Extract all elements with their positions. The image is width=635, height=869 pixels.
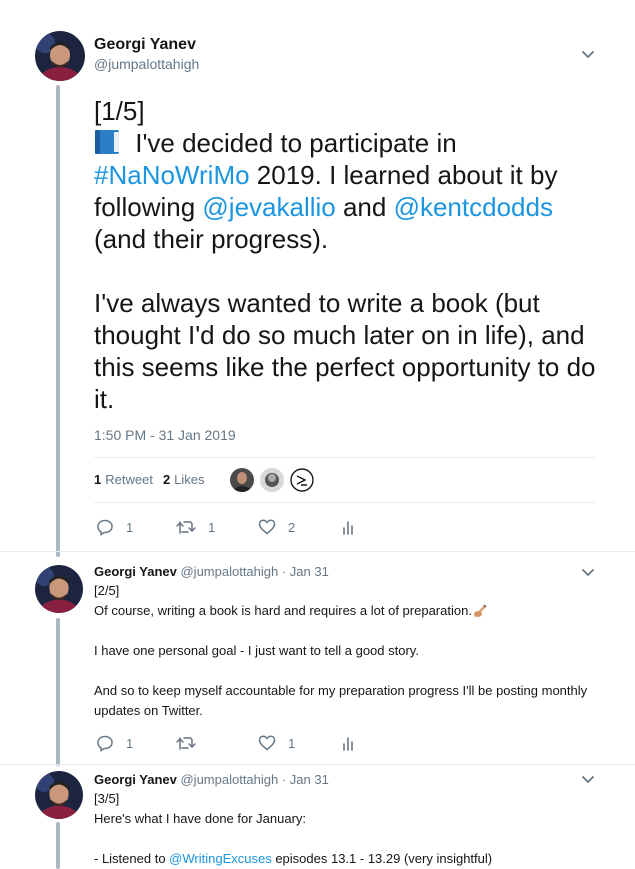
divider — [0, 764, 635, 765]
tweet-header: Georgi Yanev @jumpalottahigh — [94, 35, 199, 73]
thread-line-2 — [56, 618, 60, 766]
mention-link[interactable]: @kentcdodds — [394, 192, 553, 222]
likes-stat[interactable]: 2 Likes — [163, 472, 205, 487]
retweet-button[interactable] — [176, 734, 258, 752]
divider — [94, 457, 596, 458]
reply-text: Here's what I have done for January: — [94, 811, 307, 826]
thread-line-3 — [56, 822, 60, 869]
avatar[interactable] — [35, 31, 85, 81]
liker-avatar[interactable] — [230, 468, 254, 492]
book-emoji — [94, 129, 122, 155]
liker-avatar[interactable] — [260, 468, 284, 492]
reply-count: 1 — [126, 735, 134, 751]
writing-hand-emoji — [472, 602, 488, 618]
retweet-count: 1 — [208, 519, 216, 535]
author-name[interactable]: Georgi Yanev — [94, 772, 177, 787]
reply-icon — [97, 735, 113, 752]
liker-avatar[interactable] — [290, 468, 314, 492]
reply-header: Georgi Yanev @jumpalottahigh · Jan 31 — [94, 563, 594, 581]
tweet-line-counter: [1/5] — [94, 96, 145, 126]
avatar[interactable] — [35, 771, 83, 819]
like-count: 1 — [288, 735, 296, 751]
tweet-paragraph-2: I've always wanted to write a book (but … — [94, 288, 596, 414]
retweets-stat[interactable]: 1 Retweet — [94, 472, 153, 487]
tweet-timestamp[interactable]: 1:50 PM - 31 Jan 2019 — [94, 427, 236, 443]
author-name[interactable]: Georgi Yanev — [94, 35, 199, 55]
retweet-icon — [176, 521, 196, 534]
engagement-stats: 1 Retweet 2 Likes — [94, 472, 205, 487]
divider — [0, 551, 635, 552]
tweet-text-c: and — [335, 192, 394, 222]
reply-tweet[interactable]: Georgi Yanev @jumpalottahigh · Jan 31 [2… — [94, 563, 594, 721]
chevron-down-icon[interactable] — [580, 47, 596, 63]
tweet-text-d: (and their progress). — [94, 224, 329, 254]
heart-icon — [258, 519, 276, 535]
reply-header: Georgi Yanev @jumpalottahigh · Jan 31 — [94, 771, 594, 789]
analytics-icon — [343, 521, 353, 535]
mention-link[interactable]: @WritingExcuses — [169, 851, 272, 866]
reply-text: Of course, writing a book is hard and re… — [94, 603, 472, 618]
tweet-text: [1/5] I've decided to participate in #Na… — [94, 95, 609, 415]
retweet-button[interactable]: 1 — [176, 518, 258, 536]
reply-text: episodes 13.1 - 13.29 (very insightful) — [271, 851, 493, 866]
reply-meta[interactable]: @jumpalottahigh · Jan 31 — [180, 772, 328, 787]
reply-text: I have one personal goal - I just want t… — [94, 643, 419, 658]
reply-text: - Listened to — [94, 851, 170, 866]
reply-button[interactable]: 1 — [96, 518, 176, 536]
reply-text: And so to keep myself accountable for my… — [94, 683, 588, 718]
reply-count: 1 — [126, 519, 134, 535]
likers-avatars — [230, 468, 320, 492]
analytics-icon — [343, 737, 353, 751]
retweet-icon — [176, 737, 196, 750]
reply-counter: [3/5] — [94, 791, 120, 806]
divider — [94, 502, 596, 503]
tweet-text-a: I've decided to participate in — [128, 128, 457, 158]
author-handle[interactable]: @jumpalottahigh — [94, 55, 199, 73]
heart-icon — [258, 735, 276, 751]
reply-counter: [2/5] — [94, 583, 120, 598]
like-button[interactable]: 2 — [258, 518, 342, 536]
reply-icon — [97, 519, 113, 536]
reply-button[interactable]: 1 — [96, 734, 176, 752]
tweet-actions: 1 1 — [96, 734, 368, 752]
reply-meta[interactable]: @jumpalottahigh · Jan 31 — [180, 564, 328, 579]
thread-line-1 — [56, 85, 60, 557]
reply-tweet[interactable]: Georgi Yanev @jumpalottahigh · Jan 31 [3… — [94, 771, 594, 869]
mention-link[interactable]: @jevakallio — [202, 192, 335, 222]
avatar[interactable] — [35, 565, 83, 613]
like-count: 2 — [288, 519, 296, 535]
hashtag-link[interactable]: #NaNoWriMo — [94, 160, 250, 190]
analytics-button[interactable] — [342, 734, 368, 752]
analytics-button[interactable] — [342, 518, 368, 536]
like-button[interactable]: 1 — [258, 734, 342, 752]
tweet-actions: 1 1 2 — [96, 518, 368, 536]
author-name[interactable]: Georgi Yanev — [94, 564, 177, 579]
